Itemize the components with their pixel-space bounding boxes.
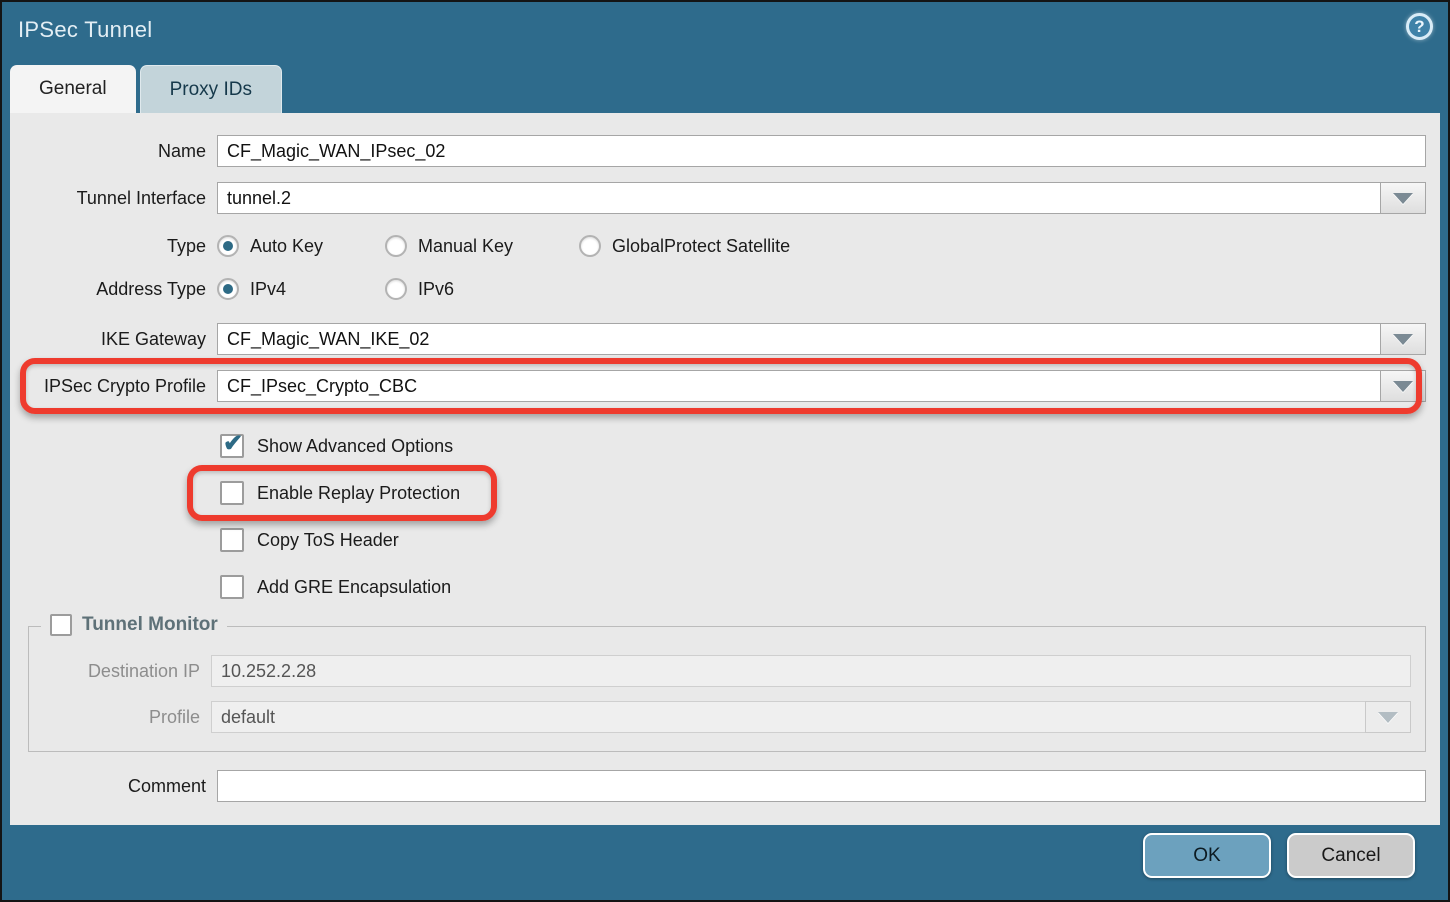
tunnel-interface-combo xyxy=(217,182,1426,214)
chevron-down-icon xyxy=(1393,334,1413,345)
comment-input[interactable] xyxy=(217,770,1426,802)
name-row: Name xyxy=(10,135,1426,167)
address-type-label: Address Type xyxy=(10,279,217,300)
ipv4-label: IPv4 xyxy=(250,279,286,300)
tunnel-monitor-checkbox[interactable] xyxy=(50,614,72,636)
enable-replay-protection-label: Enable Replay Protection xyxy=(257,483,460,504)
show-advanced-options-checkbox[interactable] xyxy=(220,434,244,458)
show-advanced-options-label: Show Advanced Options xyxy=(257,436,453,457)
ipv6-label: IPv6 xyxy=(418,279,454,300)
ipv6-radio[interactable] xyxy=(385,278,407,300)
manual-key-radio[interactable] xyxy=(385,235,407,257)
tunnel-monitor-fieldset: Tunnel Monitor Destination IP Profile xyxy=(28,626,1426,752)
copy-tos-header-checkbox[interactable] xyxy=(220,528,244,552)
ike-gateway-dropdown-button[interactable] xyxy=(1380,323,1426,355)
ike-gateway-label: IKE Gateway xyxy=(10,329,217,350)
tunnel-monitor-legend: Tunnel Monitor xyxy=(41,614,227,636)
ike-gateway-input[interactable] xyxy=(217,323,1380,355)
chevron-down-icon xyxy=(1378,712,1398,723)
general-tab-panel: Name Tunnel Interface Type Auto Key xyxy=(10,113,1440,825)
tunnel-interface-input[interactable] xyxy=(217,182,1380,214)
enable-replay-protection-checkbox[interactable] xyxy=(220,481,244,505)
auto-key-label: Auto Key xyxy=(250,236,323,257)
tab-general[interactable]: General xyxy=(10,65,136,113)
auto-key-radio[interactable] xyxy=(217,235,239,257)
help-icon[interactable]: ? xyxy=(1406,13,1433,40)
monitor-profile-combo xyxy=(211,701,1411,733)
comment-label: Comment xyxy=(10,776,217,797)
type-option-auto-key: Auto Key xyxy=(217,235,355,257)
monitor-profile-row: Profile xyxy=(29,701,1411,733)
copy-tos-header-label: Copy ToS Header xyxy=(257,530,399,551)
ipsec-tunnel-dialog: IPSec Tunnel ? General Proxy IDs Name Tu… xyxy=(0,0,1450,902)
add-gre-encapsulation-label: Add GRE Encapsulation xyxy=(257,577,451,598)
copy-tos-header-row: Copy ToS Header xyxy=(220,527,1440,553)
show-advanced-options-row: Show Advanced Options xyxy=(220,433,1440,459)
tunnel-interface-row: Tunnel Interface xyxy=(10,182,1426,214)
enable-replay-protection-row: Enable Replay Protection xyxy=(220,480,1440,506)
chevron-down-icon xyxy=(1393,381,1413,392)
add-gre-encapsulation-checkbox[interactable] xyxy=(220,575,244,599)
type-option-manual-key: Manual Key xyxy=(385,235,549,257)
destination-ip-input xyxy=(211,655,1411,687)
ipsec-crypto-profile-input[interactable] xyxy=(217,370,1380,402)
dialog-title: IPSec Tunnel xyxy=(18,17,152,43)
ipsec-crypto-profile-row: IPSec Crypto Profile xyxy=(10,370,1426,402)
ipsec-crypto-profile-combo xyxy=(217,370,1426,402)
tab-proxy-ids[interactable]: Proxy IDs xyxy=(140,65,282,113)
address-type-option-ipv4: IPv4 xyxy=(217,278,355,300)
ike-gateway-row: IKE Gateway xyxy=(10,323,1426,355)
ipv4-radio[interactable] xyxy=(217,278,239,300)
address-type-option-ipv6: IPv6 xyxy=(385,278,549,300)
name-label: Name xyxy=(10,141,217,162)
address-type-row: Address Type IPv4 IPv6 xyxy=(10,278,1426,300)
monitor-profile-input xyxy=(211,701,1365,733)
monitor-profile-label: Profile xyxy=(29,707,211,728)
tunnel-interface-dropdown-button[interactable] xyxy=(1380,182,1426,214)
destination-ip-row: Destination IP xyxy=(29,655,1411,687)
cancel-button[interactable]: Cancel xyxy=(1287,833,1415,878)
tunnel-interface-label: Tunnel Interface xyxy=(10,188,217,209)
type-option-globalprotect-satellite: GlobalProtect Satellite xyxy=(579,235,790,257)
tab-bar: General Proxy IDs xyxy=(10,65,282,113)
type-row: Type Auto Key Manual Key GlobalProtect S… xyxy=(10,235,1426,257)
footer-button-bar: OK Cancel xyxy=(1143,833,1415,878)
destination-ip-label: Destination IP xyxy=(29,661,211,682)
ike-gateway-combo xyxy=(217,323,1426,355)
comment-row: Comment xyxy=(10,770,1426,802)
address-type-options: IPv4 IPv6 xyxy=(217,278,1426,300)
monitor-profile-dropdown-button xyxy=(1365,701,1411,733)
ok-button[interactable]: OK xyxy=(1143,833,1271,878)
ipsec-crypto-profile-dropdown-button[interactable] xyxy=(1380,370,1426,402)
manual-key-label: Manual Key xyxy=(418,236,513,257)
globalprotect-satellite-radio[interactable] xyxy=(579,235,601,257)
type-options: Auto Key Manual Key GlobalProtect Satell… xyxy=(217,235,1426,257)
tunnel-monitor-label: Tunnel Monitor xyxy=(82,614,218,636)
ipsec-crypto-profile-label: IPSec Crypto Profile xyxy=(10,376,217,397)
globalprotect-satellite-label: GlobalProtect Satellite xyxy=(612,236,790,257)
chevron-down-icon xyxy=(1393,193,1413,204)
add-gre-encapsulation-row: Add GRE Encapsulation xyxy=(220,574,1440,600)
name-input[interactable] xyxy=(217,135,1426,167)
type-label: Type xyxy=(10,236,217,257)
